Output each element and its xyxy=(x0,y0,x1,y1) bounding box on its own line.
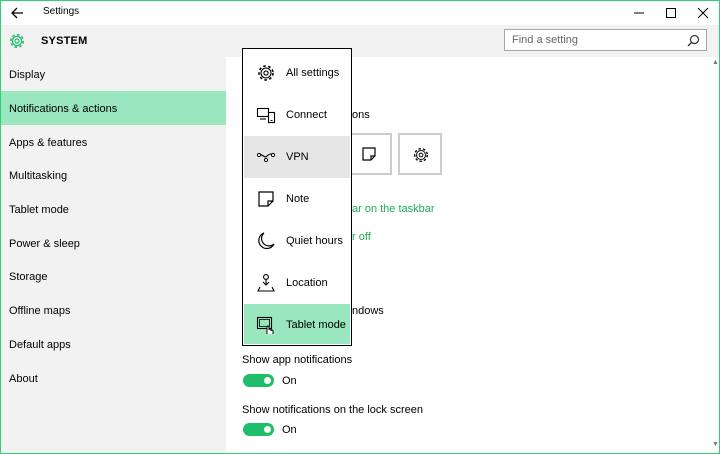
sidebar-item-storage[interactable]: Storage xyxy=(1,259,226,293)
toggle-knob xyxy=(264,426,271,433)
content-scrollbar[interactable] xyxy=(711,57,719,453)
search-icon[interactable] xyxy=(687,34,700,47)
scroll-down-icon[interactable]: ▼ xyxy=(712,441,719,448)
flyout-item-label: Quiet hours xyxy=(286,235,343,247)
flyout-item-connect[interactable]: Connect xyxy=(244,94,350,136)
quick-action-tile-note[interactable] xyxy=(352,133,392,175)
title-bar: Settings xyxy=(1,1,719,25)
toggle-knob xyxy=(264,377,271,384)
flyout-item-quiet-hours[interactable]: Quiet hours xyxy=(244,220,350,262)
search-box[interactable] xyxy=(504,29,707,51)
back-button[interactable] xyxy=(7,3,29,23)
maximize-icon xyxy=(666,8,676,18)
vpn-icon xyxy=(256,152,276,163)
settings-window: Settings SYSTEM Display Notifications xyxy=(0,0,720,454)
sidebar-item-default-apps[interactable]: Default apps xyxy=(1,327,226,361)
tips-windows-label-fragment: ndows xyxy=(352,305,384,317)
flyout-item-label: VPN xyxy=(286,151,309,163)
show-app-notifications-label: Show app notifications xyxy=(242,354,353,366)
flyout-item-label: All settings xyxy=(286,67,340,79)
flyout-item-note[interactable]: Note xyxy=(244,178,350,220)
flyout-item-label: Connect xyxy=(286,109,327,121)
gear-icon xyxy=(413,147,429,163)
select-icons-taskbar-link[interactable]: ar on the taskbar xyxy=(352,203,435,215)
flyout-item-tablet-mode[interactable]: Tablet mode xyxy=(244,304,350,344)
sidebar-item-apps-features[interactable]: Apps & features xyxy=(1,125,226,159)
show-lock-screen-state: On xyxy=(282,424,297,436)
sidebar-item-power-sleep[interactable]: Power & sleep xyxy=(1,226,226,260)
sidebar-item-display[interactable]: Display xyxy=(1,57,226,91)
minimize-button[interactable] xyxy=(625,3,653,23)
turn-system-icons-link[interactable]: r off xyxy=(352,231,371,243)
show-lock-screen-label: Show notifications on the lock screen xyxy=(242,404,423,416)
window-title: Settings xyxy=(43,6,80,17)
sidebar: Display Notifications & actions Apps & f… xyxy=(1,57,226,453)
note-icon xyxy=(258,191,274,207)
back-arrow-icon xyxy=(11,7,23,19)
sidebar-item-about[interactable]: About xyxy=(1,361,226,395)
section-title: SYSTEM xyxy=(41,35,88,47)
location-icon xyxy=(257,274,275,292)
show-app-notifications-toggle[interactable] xyxy=(243,374,274,387)
tablet-mode-icon xyxy=(256,316,274,334)
quick-action-tile-all-settings[interactable] xyxy=(398,133,442,175)
search-input[interactable] xyxy=(512,34,682,46)
note-icon xyxy=(362,147,376,161)
sidebar-item-multitasking[interactable]: Multitasking xyxy=(1,158,226,192)
minimize-icon xyxy=(634,12,644,14)
close-icon xyxy=(697,7,709,19)
close-button[interactable] xyxy=(689,3,717,23)
show-lock-screen-toggle[interactable] xyxy=(243,423,274,436)
sidebar-item-notifications-actions[interactable]: Notifications & actions xyxy=(1,91,226,125)
show-app-notifications-state: On xyxy=(282,375,297,387)
flyout-item-vpn[interactable]: VPN xyxy=(244,136,350,178)
maximize-button[interactable] xyxy=(657,3,685,23)
header-bar: SYSTEM xyxy=(1,25,719,57)
moon-icon xyxy=(258,232,275,250)
flyout-item-location[interactable]: Location xyxy=(244,262,350,304)
scroll-up-icon[interactable]: ▲ xyxy=(712,59,719,66)
flyout-item-all-settings[interactable]: All settings xyxy=(244,52,350,94)
flyout-item-label: Note xyxy=(286,193,310,205)
gear-icon xyxy=(258,65,274,81)
sidebar-item-tablet-mode[interactable]: Tablet mode xyxy=(1,192,226,226)
sidebar-item-offline-maps[interactable]: Offline maps xyxy=(1,293,226,327)
system-gear-icon xyxy=(9,33,25,49)
quick-action-flyout: All settings Connect VPN Note Quiet hour… xyxy=(242,48,352,346)
flyout-item-label: Location xyxy=(286,277,328,289)
quick-actions-heading-fragment: ons xyxy=(352,109,370,121)
flyout-item-label: Tablet mode xyxy=(286,319,346,331)
connect-icon xyxy=(256,107,276,124)
